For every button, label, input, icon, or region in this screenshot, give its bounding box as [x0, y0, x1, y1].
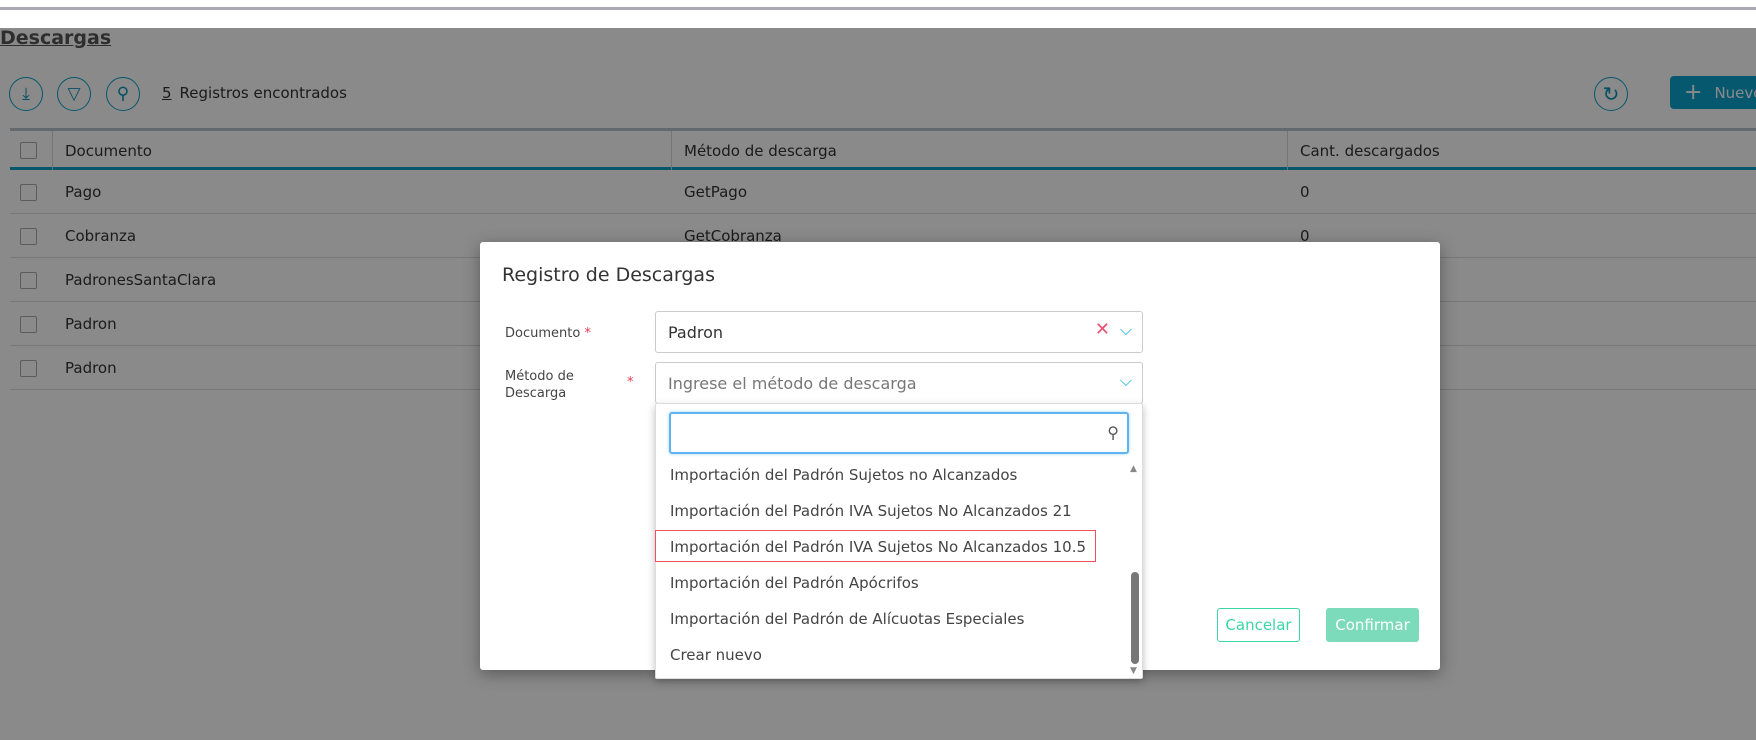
metodo-dropdown: ⚲ Importación del Padrón Sujetos no Alca… — [655, 403, 1143, 679]
dropdown-option[interactable]: Importación del Padrón Apócrifos — [670, 572, 919, 594]
documento-value: Padron — [668, 322, 724, 342]
dropdown-option[interactable]: Importación del Padrón Sujetos no Alcanz… — [670, 464, 1017, 486]
required-mark: * — [627, 375, 634, 390]
confirm-button[interactable]: Confirmar — [1326, 608, 1419, 642]
search-icon: ⚲ — [1107, 423, 1119, 442]
highlight-box — [655, 530, 1096, 562]
metodo-select[interactable]: Ingrese el método de descarga ⌵ — [655, 362, 1143, 404]
scroll-down-icon[interactable]: ▼ — [1130, 666, 1137, 676]
documento-label: Documento * — [505, 326, 591, 341]
chevron-down-icon[interactable]: ⌵ — [1120, 371, 1132, 391]
dropdown-option[interactable]: Importación del Padrón de Alícuotas Espe… — [670, 608, 1024, 630]
dialog-title: Registro de Descargas — [502, 264, 715, 286]
dropdown-option[interactable]: Crear nuevo — [670, 644, 762, 666]
cancel-button[interactable]: Cancelar — [1217, 608, 1300, 642]
scrollbar-thumb[interactable] — [1131, 572, 1139, 664]
chevron-down-icon[interactable]: ⌵ — [1120, 320, 1132, 340]
documento-select[interactable]: Padron ✕ ⌵ — [655, 311, 1143, 353]
dropdown-option[interactable]: Importación del Padrón IVA Sujetos No Al… — [670, 500, 1072, 522]
clear-icon[interactable]: ✕ — [1095, 319, 1110, 340]
metodo-label: Método de Descarga — [505, 369, 574, 401]
dropdown-search-input[interactable]: ⚲ — [669, 412, 1129, 454]
scroll-up-icon[interactable]: ▲ — [1130, 464, 1137, 474]
metodo-placeholder: Ingrese el método de descarga — [668, 373, 917, 393]
top-bar — [0, 0, 1756, 28]
